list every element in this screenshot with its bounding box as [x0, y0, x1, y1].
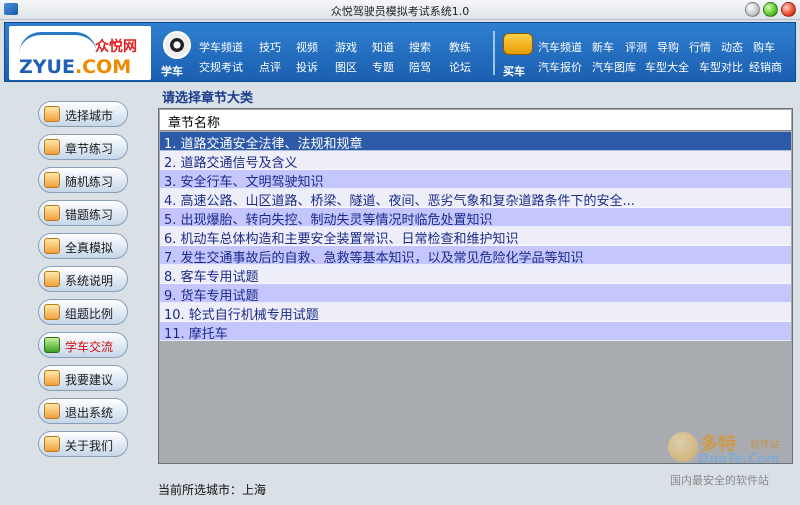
table-row[interactable]: 11. 摩托车: [160, 322, 791, 341]
steering-wheel-icon: [163, 31, 191, 59]
sidebar-button-icon: [44, 205, 60, 221]
table-row[interactable]: 2. 道路交通信号及含义: [160, 151, 791, 170]
current-city-status: 当前所选城市：上海: [158, 483, 267, 497]
minimize-button[interactable]: [745, 2, 760, 17]
logo[interactable]: 众悦网 ZYUE.COM: [9, 26, 151, 80]
sidebar-button-label: 关于我们: [65, 439, 114, 453]
sidebar-button-label: 学车交流: [65, 340, 114, 354]
watermark-domain: DuoTe.Com: [698, 452, 780, 467]
nav-link[interactable]: 购车: [753, 39, 775, 55]
logo-en: ZYUE.COM: [19, 56, 132, 78]
sidebar-button-label: 全真模拟: [65, 241, 114, 255]
nav-link[interactable]: 行情: [689, 39, 711, 55]
window-title: 众悦驾驶员模拟考试系统1.0: [330, 5, 470, 18]
nav-link[interactable]: 学车频道: [199, 39, 243, 55]
sidebar-button-icon: [44, 436, 60, 452]
sidebar-button-label: 章节练习: [65, 142, 114, 156]
nav-link[interactable]: 图区: [335, 59, 357, 75]
mascot-icon: [668, 432, 698, 462]
nav-link[interactable]: 点评: [259, 59, 281, 75]
maximize-button[interactable]: [763, 2, 778, 17]
nav-link[interactable]: 陪驾: [409, 59, 431, 75]
sidebar-button-label: 我要建议: [65, 373, 114, 387]
nav-link[interactable]: 汽车频道: [538, 39, 582, 55]
sidebar-button[interactable]: 章节练习: [38, 134, 128, 160]
nav-link[interactable]: 新车: [592, 39, 614, 55]
nav-link[interactable]: 交规考试: [199, 59, 243, 75]
watermark-slogan: 国内最安全的软件站: [670, 474, 769, 487]
sidebar-button-label: 随机练习: [65, 175, 114, 189]
nav-link[interactable]: 教练: [449, 39, 471, 55]
nav-link[interactable]: 专题: [372, 59, 394, 75]
nav-link[interactable]: 汽车图库: [592, 59, 636, 75]
sidebar-button-label: 选择城市: [65, 109, 114, 123]
sidebar-button-icon: [44, 139, 60, 155]
sidebar-button[interactable]: 我要建议: [38, 365, 128, 391]
car-outline-icon: [19, 32, 97, 54]
nav-link[interactable]: 搜索: [409, 39, 431, 55]
sidebar-button[interactable]: 全真模拟: [38, 233, 128, 259]
sidebar-button[interactable]: 关于我们: [38, 431, 128, 457]
nav-link[interactable]: 汽车报价: [538, 59, 582, 75]
nav-link[interactable]: 导购: [657, 39, 679, 55]
section-title: 请选择章节大类: [162, 91, 254, 106]
table-row[interactable]: 9. 货车专用试题: [160, 284, 791, 303]
watermark-brand-suffix: 软件站: [750, 440, 780, 451]
nav-link[interactable]: 投诉: [296, 59, 318, 75]
sidebar-button-label: 系统说明: [65, 274, 114, 288]
car-icon: [503, 33, 533, 55]
sidebar-button-icon: [44, 370, 60, 386]
nav-link[interactable]: 论坛: [449, 59, 471, 75]
title-bar: 众悦驾驶员模拟考试系统1.0: [0, 0, 800, 20]
nav-link[interactable]: 技巧: [259, 39, 281, 55]
sidebar-button[interactable]: 学车交流: [38, 332, 128, 358]
watermark: 多特 软件站 DuoTe.Com 国内最安全的软件站: [668, 428, 796, 498]
sidebar-button-icon: [44, 337, 60, 353]
sidebar-button[interactable]: 组题比例: [38, 299, 128, 325]
nav-link[interactable]: 动态: [721, 39, 743, 55]
nav-link[interactable]: 游戏: [335, 39, 357, 55]
sidebar-button-icon: [44, 304, 60, 320]
sidebar-button[interactable]: 系统说明: [38, 266, 128, 292]
nav-link[interactable]: 车型对比: [699, 59, 743, 75]
logo-cn: 众悦网: [95, 39, 137, 55]
sidebar-button[interactable]: 错题练习: [38, 200, 128, 226]
sidebar-button-icon: [44, 106, 60, 122]
sidebar-button[interactable]: 随机练习: [38, 167, 128, 193]
column-header-chapter-name[interactable]: 章节名称: [160, 110, 791, 131]
table-row[interactable]: 3. 安全行车、文明驾驶知识: [160, 170, 791, 189]
nav-link[interactable]: 视频: [296, 39, 318, 55]
table-row[interactable]: 1. 道路交通安全法律、法规和规章: [160, 132, 791, 151]
sidebar-button[interactable]: 选择城市: [38, 101, 128, 127]
nav-divider: [493, 31, 495, 75]
table-row[interactable]: 6. 机动车总体构造和主要安全装置常识、日常检查和维护知识: [160, 227, 791, 246]
sidebar-button-label: 退出系统: [65, 406, 114, 420]
nav-xueche[interactable]: 学车: [161, 63, 183, 79]
table-row[interactable]: 4. 高速公路、山区道路、桥梁、隧道、夜间、恶劣气象和复杂道路条件下的安全...: [160, 189, 791, 208]
chapter-table: 章节名称 1. 道路交通安全法律、法规和规章 2. 道路交通信号及含义 3. 安全行…: [158, 108, 793, 464]
table-row[interactable]: 7. 发生交通事故后的自救、急救等基本知识，以及常见危险化学品等知识: [160, 246, 791, 265]
table-row[interactable]: 5. 出现爆胎、转向失控、制动失灵等情况时临危处置知识: [160, 208, 791, 227]
close-button[interactable]: [781, 2, 796, 17]
nav-link[interactable]: 评测: [625, 39, 647, 55]
sidebar-button-label: 错题练习: [65, 208, 114, 222]
header-banner: 众悦网 ZYUE.COM 学车 学车频道 技巧 视频 游戏 知道 搜索 教练交规考试 点评 投诉…: [4, 22, 796, 82]
sidebar-button-label: 组题比例: [65, 307, 114, 321]
sidebar-button-icon: [44, 238, 60, 254]
nav-link[interactable]: 经销商: [749, 59, 782, 75]
nav-link[interactable]: 知道: [372, 39, 394, 55]
sidebar-button-icon: [44, 172, 60, 188]
sidebar-button-icon: [44, 271, 60, 287]
nav-link[interactable]: 车型大全: [645, 59, 689, 75]
sidebar-button[interactable]: 退出系统: [38, 398, 128, 424]
sidebar-button-icon: [44, 403, 60, 419]
table-row[interactable]: 8. 客车专用试题: [160, 265, 791, 284]
nav-maiche[interactable]: 买车: [503, 63, 525, 79]
table-row[interactable]: 10. 轮式自行机械专用试题: [160, 303, 791, 322]
